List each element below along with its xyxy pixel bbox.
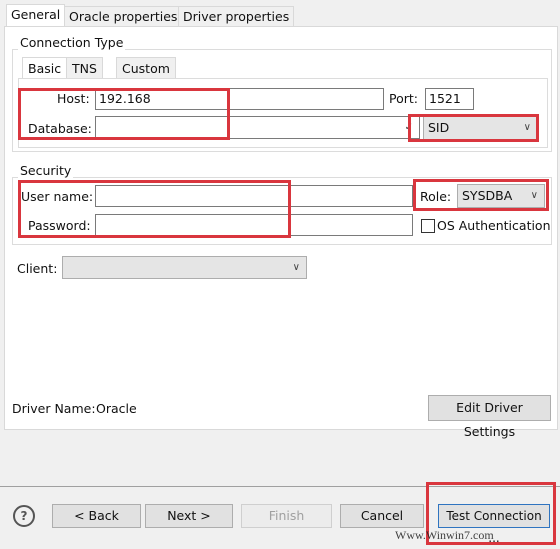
watermark-url: Www.Winwin7.com (395, 528, 494, 542)
finish-button: Finish (241, 504, 332, 528)
client-label: Client: (17, 261, 58, 276)
client-select[interactable]: ∨ (62, 256, 307, 279)
connection-type-title: Connection Type (18, 35, 126, 50)
help-icon[interactable]: ? (13, 505, 35, 527)
cancel-button[interactable]: Cancel (340, 504, 424, 528)
security-title: Security (18, 163, 74, 178)
tab-driver-properties[interactable]: Driver properties (178, 6, 295, 27)
driver-name-label: Driver Name: (12, 401, 96, 416)
tab-oracle-properties[interactable]: Oracle properties (64, 6, 183, 27)
os-auth-checkbox[interactable] (421, 219, 435, 233)
highlight-box (413, 179, 549, 211)
highlight-box (18, 180, 291, 238)
highlight-box (408, 114, 539, 142)
highlight-box (18, 88, 230, 140)
driver-name-value: Oracle (96, 401, 137, 416)
back-button[interactable]: < Back (52, 504, 141, 528)
tab-custom[interactable]: Custom (116, 57, 176, 79)
edit-driver-settings-button[interactable]: Edit Driver Settings (428, 395, 551, 439)
tab-tns[interactable]: TNS (66, 57, 103, 79)
os-auth-label: OS Authentication (437, 218, 551, 233)
tab-basic[interactable]: Basic (22, 57, 68, 79)
tab-general[interactable]: General (6, 4, 66, 28)
next-button[interactable]: Next > (145, 504, 233, 528)
port-label: Port: (389, 91, 418, 106)
port-input[interactable]: 1521 (425, 88, 474, 110)
chevron-down-icon: ∨ (292, 262, 300, 273)
